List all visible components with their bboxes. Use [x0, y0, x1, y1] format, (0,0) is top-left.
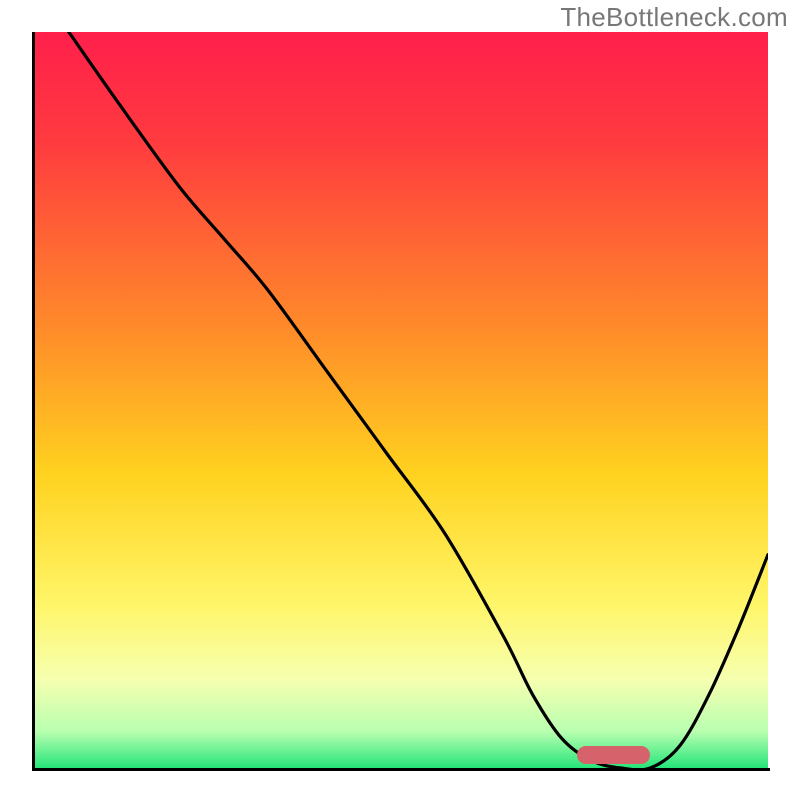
y-axis	[32, 32, 35, 769]
gradient-background	[32, 32, 768, 768]
chart-container: TheBottleneck.com	[0, 0, 800, 800]
chart-plot-area	[32, 32, 768, 768]
x-axis	[32, 768, 770, 771]
optimum-range-marker	[577, 746, 651, 764]
watermark-text: TheBottleneck.com	[560, 2, 788, 33]
